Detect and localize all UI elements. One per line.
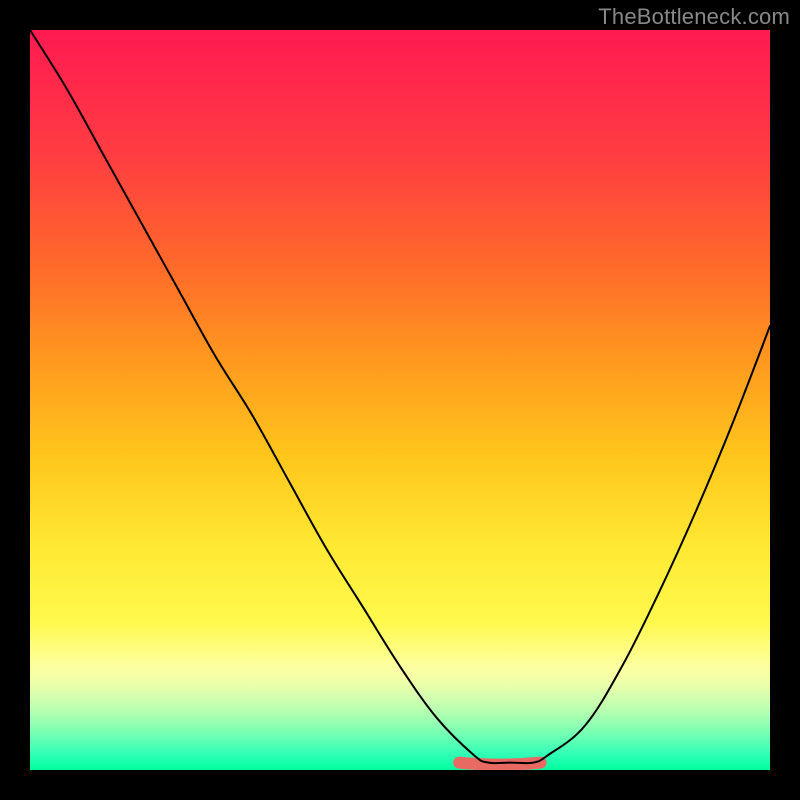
- bottleneck-curve: [30, 30, 770, 763]
- chart-svg: [30, 30, 770, 770]
- chart-frame: TheBottleneck.com: [0, 0, 800, 800]
- watermark-text: TheBottleneck.com: [598, 4, 790, 30]
- plot-area: [30, 30, 770, 770]
